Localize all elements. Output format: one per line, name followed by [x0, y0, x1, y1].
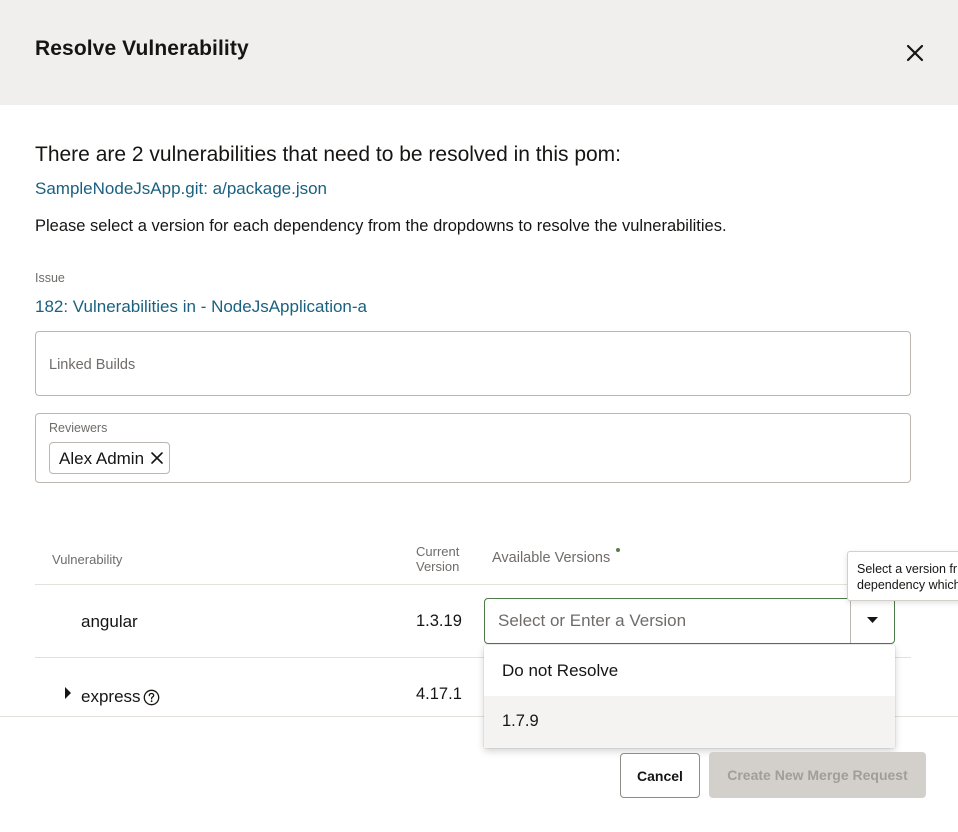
version-option-label: Do not Resolve: [502, 661, 619, 680]
version-select-input[interactable]: [485, 599, 850, 643]
help-tooltip: Select a version fr dependency which: [847, 551, 958, 601]
reviewer-chip: Alex Admin: [49, 442, 170, 474]
column-header-vulnerability: Vulnerability: [52, 552, 123, 567]
current-version: 4.17.1: [416, 685, 462, 703]
package-file-link[interactable]: SampleNodeJsApp.git: a/package.json: [35, 179, 327, 199]
chevron-down-icon: [867, 617, 878, 623]
create-merge-request-button[interactable]: Create New Merge Request: [709, 752, 926, 798]
vulnerability-summary: There are 2 vulnerabilities that need to…: [35, 143, 622, 166]
caret-right-icon: [65, 687, 71, 699]
close-icon: [151, 452, 163, 464]
reviewers-field[interactable]: Reviewers Alex Admin: [35, 413, 911, 483]
row-divider: [35, 584, 911, 585]
version-option-label: 1.7.9: [502, 712, 539, 730]
help-button[interactable]: [143, 689, 160, 706]
reviewer-chip-label: Alex Admin: [59, 449, 145, 468]
version-dropdown-list: Do not Resolve 1.7.9: [484, 645, 895, 748]
reviewers-label: Reviewers: [49, 421, 108, 435]
issue-label: Issue: [35, 271, 65, 285]
current-version: 1.3.19: [416, 612, 462, 630]
issue-link[interactable]: 182: Vulnerabilities in - NodeJsApplicat…: [35, 297, 367, 317]
dialog-header: Resolve Vulnerability: [0, 0, 958, 105]
expand-row-button[interactable]: [63, 686, 73, 700]
linked-builds-placeholder: Linked Builds: [49, 357, 136, 373]
column-header-available-versions: Available Versions: [492, 550, 611, 566]
help-circle-icon: [143, 689, 160, 706]
version-option[interactable]: Do not Resolve: [484, 645, 895, 696]
vulnerability-name: angular: [81, 612, 138, 631]
close-button[interactable]: [900, 38, 930, 68]
cancel-button[interactable]: Cancel: [620, 753, 700, 798]
version-select[interactable]: [484, 598, 895, 644]
version-dropdown-toggle[interactable]: [851, 599, 894, 643]
tooltip-text: Select a version fr dependency which: [857, 562, 958, 592]
required-indicator: [616, 548, 620, 552]
instructions-text: Please select a version for each depende…: [35, 217, 727, 235]
column-header-current-version: Current Version: [416, 544, 460, 574]
close-icon: [906, 44, 924, 62]
version-option[interactable]: 1.7.9: [484, 696, 895, 748]
vulnerability-name: express: [81, 687, 141, 706]
dialog-title: Resolve Vulnerability: [35, 37, 249, 60]
linked-builds-field[interactable]: Linked Builds: [35, 331, 911, 396]
remove-reviewer-button[interactable]: [150, 451, 164, 465]
